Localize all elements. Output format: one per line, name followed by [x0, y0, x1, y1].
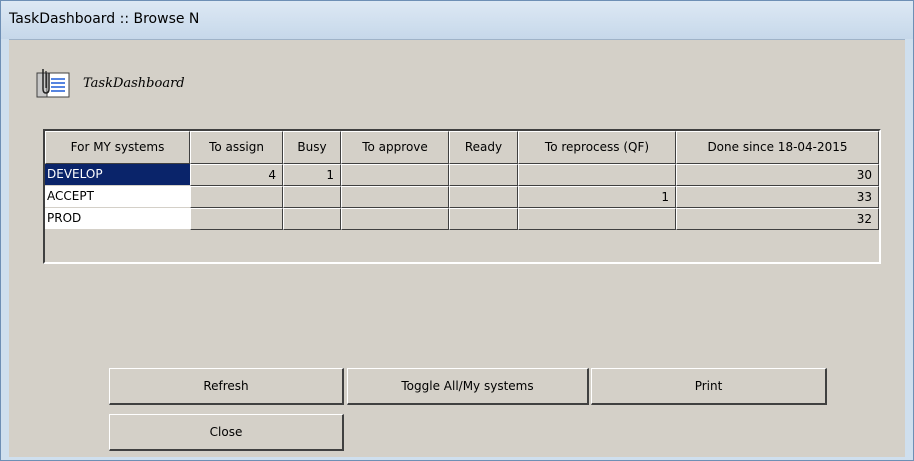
app-window: TaskDashboard :: Browse N TaskDashboard: [0, 0, 914, 461]
row-label-develop[interactable]: DEVELOP: [45, 164, 190, 186]
table-cell[interactable]: [449, 186, 518, 208]
toggle-systems-button[interactable]: Toggle All/My systems: [347, 368, 589, 405]
status-grid[interactable]: For MY systems To assign Busy To approve…: [43, 129, 881, 264]
table-cell[interactable]: [341, 208, 449, 230]
table-cell[interactable]: [190, 208, 283, 230]
table-cell[interactable]: [449, 164, 518, 186]
title-bar[interactable]: TaskDashboard :: Browse N: [1, 1, 913, 39]
table-cell[interactable]: 1: [283, 164, 341, 186]
table-cell[interactable]: [341, 164, 449, 186]
column-header-to-assign[interactable]: To assign: [190, 131, 283, 164]
grid-empty-area: [45, 230, 879, 262]
column-header-ready[interactable]: Ready: [449, 131, 518, 164]
table-cell[interactable]: [518, 208, 676, 230]
column-header-systems[interactable]: For MY systems: [45, 131, 190, 164]
column-header-done-since[interactable]: Done since 18-04-2015: [676, 131, 879, 164]
table-cell[interactable]: [449, 208, 518, 230]
table-cell[interactable]: 1: [518, 186, 676, 208]
print-button[interactable]: Print: [591, 368, 827, 405]
table-cell[interactable]: [518, 164, 676, 186]
app-name-label: TaskDashboard: [83, 76, 185, 91]
refresh-button[interactable]: Refresh: [109, 368, 344, 405]
table-cell[interactable]: [283, 186, 341, 208]
row-label-accept[interactable]: ACCEPT: [45, 186, 190, 208]
table-cell[interactable]: 30: [676, 164, 879, 186]
column-header-to-approve[interactable]: To approve: [341, 131, 449, 164]
close-button[interactable]: Close: [109, 414, 344, 451]
table-cell[interactable]: 4: [190, 164, 283, 186]
row-label-prod[interactable]: PROD: [45, 208, 190, 230]
table-cell[interactable]: [283, 208, 341, 230]
clipboard-document-icon: [35, 67, 71, 101]
window-title: TaskDashboard :: Browse N: [9, 11, 200, 27]
table-cell[interactable]: [190, 186, 283, 208]
column-header-to-reprocess[interactable]: To reprocess (QF): [518, 131, 676, 164]
table-cell[interactable]: 32: [676, 208, 879, 230]
table-cell[interactable]: [341, 186, 449, 208]
client-area: TaskDashboard For MY systems To assign B…: [9, 39, 905, 457]
column-header-busy[interactable]: Busy: [283, 131, 341, 164]
table-cell[interactable]: 33: [676, 186, 879, 208]
